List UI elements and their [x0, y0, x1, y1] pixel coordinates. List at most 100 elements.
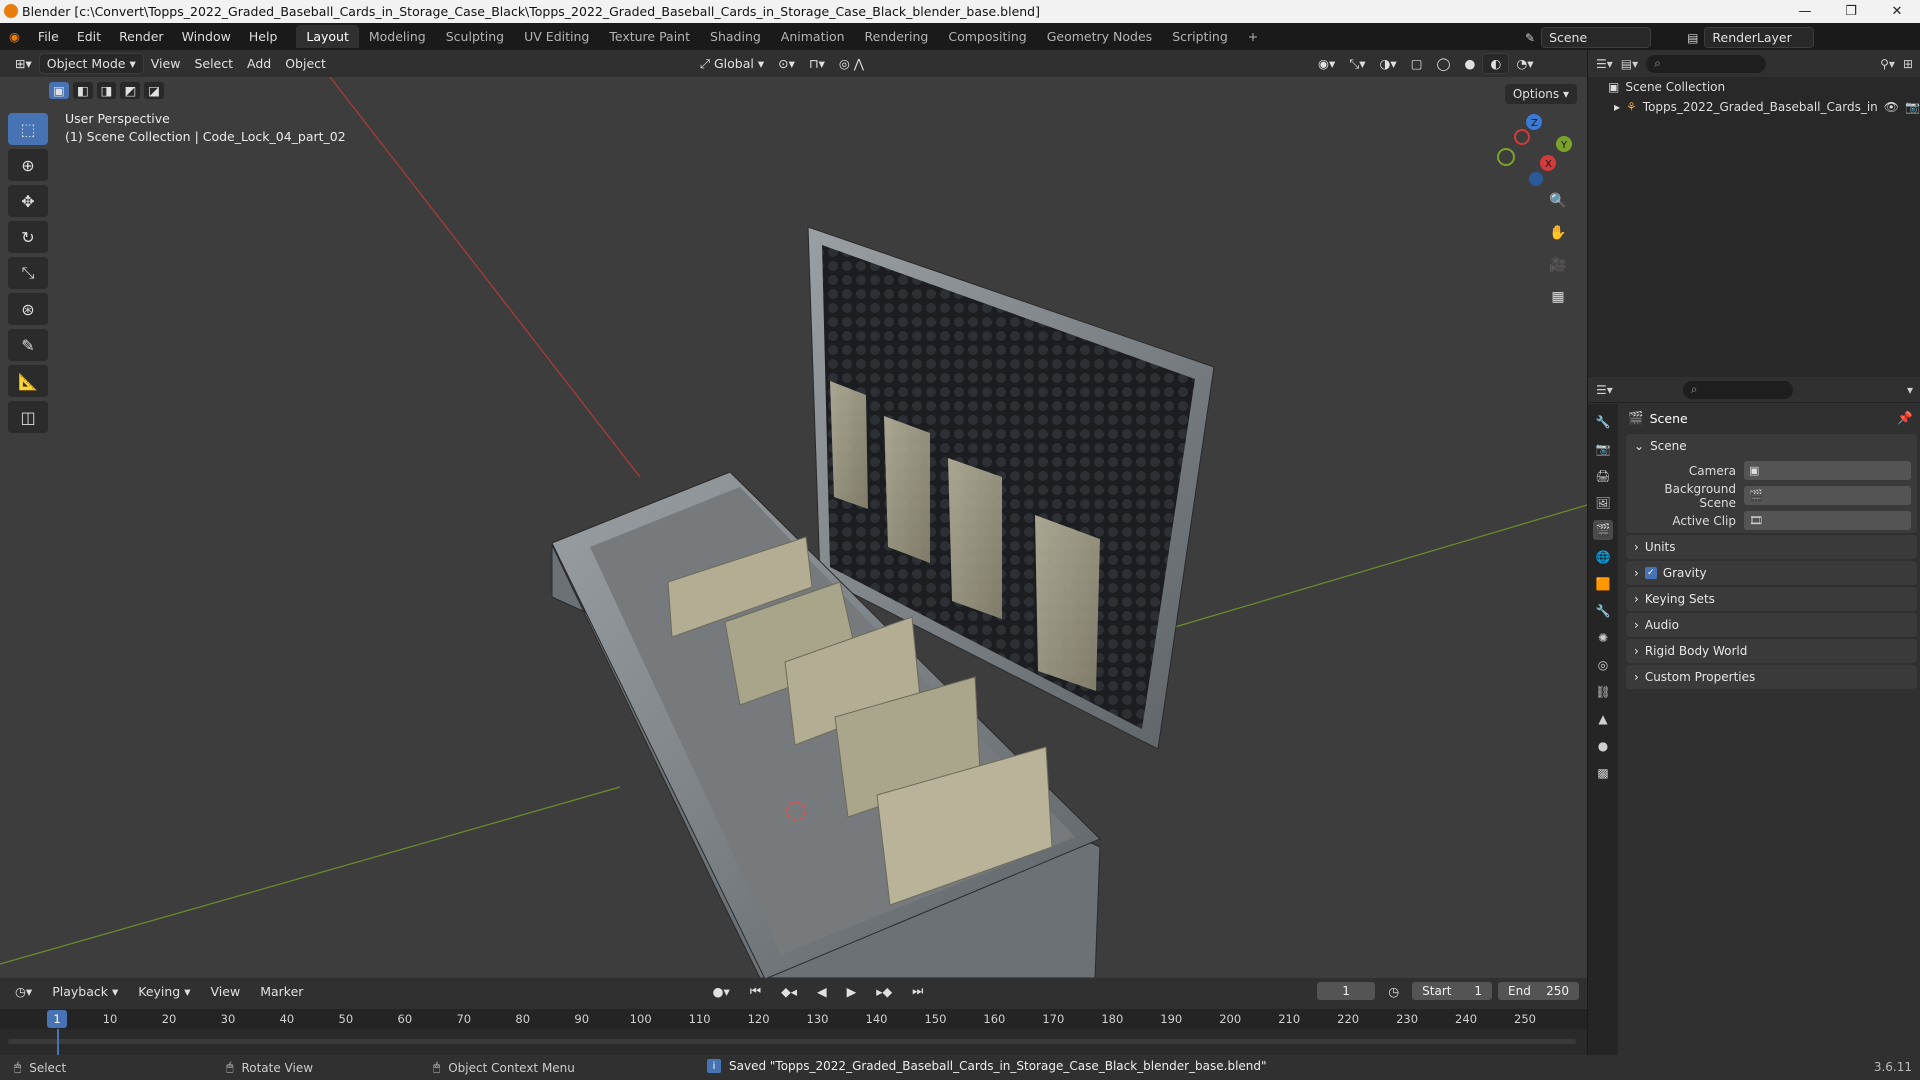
timeline-editor-icon[interactable]: ◷▾	[8, 982, 39, 1001]
menu-playback[interactable]: Playback ▾	[45, 982, 125, 1001]
material-tab-icon[interactable]: ●	[1593, 736, 1613, 756]
gizmo-neg-x[interactable]	[1514, 129, 1530, 145]
overlay-toggle-icon[interactable]: ◑▾	[1373, 54, 1404, 73]
menu-file[interactable]: File	[29, 29, 68, 44]
select-intersect-icon[interactable]: ◪	[143, 81, 166, 100]
select-new-icon[interactable]: ▣	[48, 81, 70, 100]
scene-tab-icon[interactable]: 🎬	[1593, 520, 1613, 540]
outliner-row-object[interactable]: ▸ ⚘ Topps_2022_Graded_Baseball_Cards_in …	[1588, 97, 1920, 117]
preview-range-icon[interactable]: ◷	[1381, 982, 1406, 1001]
display-mode-icon[interactable]: ▤▾	[1621, 57, 1638, 71]
constraints-tab-icon[interactable]: ⛓	[1593, 682, 1613, 702]
transform-tool-icon[interactable]: ⊛	[8, 293, 48, 325]
scene-panel-header[interactable]: ⌄ Scene	[1626, 434, 1917, 458]
next-keyframe-icon[interactable]: ▸◆	[869, 982, 899, 1001]
object-mode-dropdown[interactable]: Object Mode ▾	[38, 53, 144, 74]
select-box-tool-icon[interactable]: ⬚	[8, 113, 48, 145]
audio-panel[interactable]: › Audio	[1626, 613, 1917, 637]
prev-keyframe-icon[interactable]: ◆◂	[774, 982, 804, 1001]
shading-material-icon[interactable]: ◐	[1482, 53, 1510, 74]
shading-rendered-icon[interactable]: ◔▾	[1509, 54, 1540, 73]
view-layer-tab-icon[interactable]: 🖼	[1593, 493, 1613, 513]
jump-start-icon[interactable]: ⏮	[743, 981, 768, 1001]
gizmo-toggle-icon[interactable]: ⤡▾	[1342, 54, 1372, 74]
shading-wireframe-icon[interactable]: ◯	[1430, 54, 1458, 73]
expand-arrow-icon[interactable]: ▸	[1614, 100, 1620, 114]
tool-tab-icon[interactable]: 🔧	[1593, 412, 1613, 432]
pan-hand-icon[interactable]: ✋	[1545, 220, 1571, 246]
eye-visibility-icon[interactable]: 👁	[1884, 100, 1899, 114]
gravity-panel[interactable]: › ✓ Gravity	[1626, 561, 1917, 585]
perspective-toggle-icon[interactable]: ▦	[1545, 284, 1571, 310]
menu-marker[interactable]: Marker	[253, 982, 310, 1001]
data-tab-icon[interactable]: ▲	[1593, 709, 1613, 729]
tab-layout[interactable]: Layout	[296, 25, 359, 48]
proportional-edit-icon[interactable]: ◎ ⋀	[832, 54, 871, 73]
close-button[interactable]: ✕	[1874, 0, 1920, 23]
menu-object[interactable]: Object	[278, 54, 333, 73]
tab-texture-paint[interactable]: Texture Paint	[599, 25, 700, 48]
tab-geometry-nodes[interactable]: Geometry Nodes	[1037, 25, 1162, 48]
menu-view[interactable]: View	[144, 54, 188, 73]
gizmo-neg-z[interactable]	[1529, 172, 1543, 186]
xray-icon[interactable]: ▢	[1404, 54, 1430, 73]
output-tab-icon[interactable]: 🖨	[1593, 466, 1613, 486]
add-cube-tool-icon[interactable]: ◫	[8, 401, 48, 433]
measure-tool-icon[interactable]: 📐	[8, 365, 48, 397]
modifier-tab-icon[interactable]: 🔧	[1593, 601, 1613, 621]
orientation-dropdown[interactable]: ⤢ Global ▾	[693, 54, 771, 74]
tab-scripting[interactable]: Scripting	[1162, 25, 1238, 48]
timeline-track-area[interactable]	[0, 1029, 1587, 1055]
outliner-search-input[interactable]: ⌕	[1646, 54, 1767, 73]
render-layer-selector[interactable]: RenderLayer	[1704, 27, 1815, 48]
menu-timeline-view[interactable]: View	[204, 982, 248, 1001]
timeline-scrollbar[interactable]	[8, 1039, 1576, 1044]
menu-keying[interactable]: Keying ▾	[131, 982, 197, 1001]
rigid-body-world-panel[interactable]: › Rigid Body World	[1626, 639, 1917, 663]
blender-menu-icon[interactable]: ◉	[0, 29, 29, 44]
pin-icon[interactable]: 📌	[1897, 410, 1913, 426]
render-tab-icon[interactable]: 📷	[1593, 439, 1613, 459]
particles-tab-icon[interactable]: ✺	[1593, 628, 1613, 648]
select-extend-icon[interactable]: ◧	[71, 81, 94, 100]
start-frame-field[interactable]: Start 1	[1412, 982, 1493, 1000]
view-layer-icon[interactable]: ▤	[1687, 31, 1698, 45]
object-tab-icon[interactable]: 🟧	[1593, 574, 1613, 594]
move-tool-icon[interactable]: ✥	[8, 185, 48, 217]
tab-animation[interactable]: Animation	[771, 25, 855, 48]
properties-editor-icon[interactable]: ☰▾	[1596, 383, 1613, 397]
menu-render[interactable]: Render	[110, 29, 173, 44]
current-frame-marker[interactable]: 1	[47, 1010, 67, 1028]
scene-icon[interactable]: ✎	[1525, 31, 1535, 45]
tab-sculpting[interactable]: Sculpting	[436, 25, 514, 48]
menu-help[interactable]: Help	[240, 29, 287, 44]
annotate-tool-icon[interactable]: ✎	[8, 329, 48, 361]
record-keyframe-icon[interactable]: ●▾	[706, 982, 737, 1001]
menu-add[interactable]: Add	[240, 54, 278, 73]
shading-solid-icon[interactable]: ●	[1458, 54, 1483, 73]
filter-icon[interactable]: ⚲▾	[1880, 57, 1895, 71]
background-scene-field[interactable]: 🎬	[1744, 486, 1911, 505]
outliner-editor-icon[interactable]: ☰▾	[1596, 57, 1613, 71]
world-tab-icon[interactable]: 🌐	[1593, 547, 1613, 567]
select-subtract-icon[interactable]: ◨	[95, 81, 118, 100]
play-icon[interactable]: ▶	[840, 982, 864, 1001]
frame-ruler[interactable]: 1 10 20 30 40 50 60 70 80 90 100 110 120 130 140 150 160…	[0, 1009, 1587, 1029]
end-frame-field[interactable]: End 250	[1498, 982, 1579, 1000]
current-frame-field[interactable]: 1	[1316, 982, 1376, 1000]
outliner-row-scene-collection[interactable]: ▣ Scene Collection	[1588, 77, 1920, 97]
keying-sets-panel[interactable]: › Keying Sets	[1626, 587, 1917, 611]
3d-viewport[interactable]: Y Z X User Perspective (1) Scene Collect…	[0, 77, 1587, 978]
menu-edit[interactable]: Edit	[68, 29, 110, 44]
rotate-tool-icon[interactable]: ↻	[8, 221, 48, 253]
menu-window[interactable]: Window	[173, 29, 240, 44]
camera-view-icon[interactable]: 🎥	[1545, 252, 1571, 278]
pivot-icon[interactable]: ⊙▾	[771, 54, 802, 73]
tab-rendering[interactable]: Rendering	[855, 25, 939, 48]
new-collection-icon[interactable]: ⊞	[1903, 57, 1913, 71]
play-reverse-icon[interactable]: ◀	[810, 982, 834, 1001]
minimize-button[interactable]: —	[1782, 0, 1828, 23]
gravity-checkbox[interactable]: ✓	[1644, 567, 1657, 579]
tab-modeling[interactable]: Modeling	[359, 25, 436, 48]
jump-end-icon[interactable]: ⏭	[905, 981, 930, 1001]
